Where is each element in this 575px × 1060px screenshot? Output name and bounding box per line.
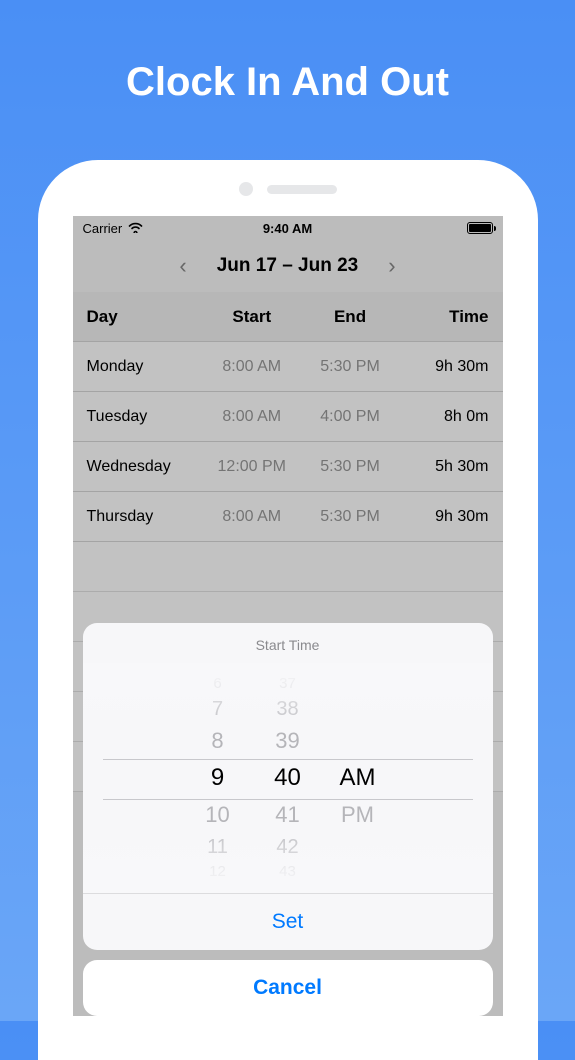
cell-end: 5:30 PM — [301, 358, 399, 376]
battery-icon — [467, 222, 493, 234]
set-button[interactable]: Set — [83, 893, 493, 950]
week-range-label: Jun 17 – Jun 23 — [217, 255, 359, 277]
cell-day: Tuesday — [87, 408, 203, 426]
picker-ampm-wheel[interactable]: AM PM — [323, 663, 393, 893]
cell-start: 8:00 AM — [203, 508, 301, 526]
time-picker[interactable]: 6 7 8 9 10 11 12 37 38 39 40 41 42 — [83, 663, 493, 893]
hero-title: Clock In And Out — [0, 0, 575, 150]
table-row[interactable]: Tuesday 8:00 AM 4:00 PM 8h 0m — [73, 392, 503, 442]
cell-time: 5h 30m — [399, 458, 488, 476]
col-time: Time — [399, 307, 488, 327]
cancel-button[interactable]: Cancel — [83, 960, 493, 1016]
picker-minute-wheel[interactable]: 37 38 39 40 41 42 43 — [253, 663, 323, 893]
time-picker-sheet: Start Time 6 7 8 9 10 11 12 37 — [83, 623, 493, 1016]
cell-end: 4:00 PM — [301, 408, 399, 426]
status-time: 9:40 AM — [263, 221, 312, 236]
cell-start: 8:00 AM — [203, 358, 301, 376]
table-row[interactable]: Thursday 8:00 AM 5:30 PM 9h 30m — [73, 492, 503, 542]
wifi-icon — [128, 220, 143, 236]
cell-start: 8:00 AM — [203, 408, 301, 426]
camera-dot — [239, 182, 253, 196]
status-bar: Carrier 9:40 AM — [73, 216, 503, 240]
phone-notch — [38, 182, 538, 196]
cell-start: 12:00 PM — [203, 458, 301, 476]
cell-time: 9h 30m — [399, 358, 488, 376]
phone-frame: Carrier 9:40 AM ‹ Jun 17 – Jun 23 › Day … — [38, 160, 538, 1060]
cell-time: 9h 30m — [399, 508, 488, 526]
cell-end: 5:30 PM — [301, 458, 399, 476]
cell-day: Thursday — [87, 508, 203, 526]
cell-day: Wednesday — [87, 458, 203, 476]
cell-end: 5:30 PM — [301, 508, 399, 526]
col-start: Start — [203, 307, 301, 327]
picker-ampm-selected: AM — [340, 758, 376, 798]
cell-time: 8h 0m — [399, 408, 488, 426]
carrier-label: Carrier — [83, 221, 123, 236]
next-week-button[interactable]: › — [388, 253, 395, 279]
table-row-empty[interactable] — [73, 542, 503, 592]
picker-hour-wheel[interactable]: 6 7 8 9 10 11 12 — [183, 663, 253, 893]
cell-day: Monday — [87, 358, 203, 376]
phone-screen: Carrier 9:40 AM ‹ Jun 17 – Jun 23 › Day … — [73, 216, 503, 1016]
table-row[interactable]: Wednesday 12:00 PM 5:30 PM 5h 30m — [73, 442, 503, 492]
col-day: Day — [87, 307, 203, 327]
col-end: End — [301, 307, 399, 327]
picker-minute-selected: 40 — [274, 758, 301, 798]
week-navigator: ‹ Jun 17 – Jun 23 › — [73, 240, 503, 292]
table-row[interactable]: Monday 8:00 AM 5:30 PM 9h 30m — [73, 342, 503, 392]
picker-hour-selected: 9 — [211, 758, 224, 798]
speaker-slot — [267, 185, 337, 194]
picker-title: Start Time — [83, 623, 493, 663]
prev-week-button[interactable]: ‹ — [179, 253, 186, 279]
table-header-row: Day Start End Time — [73, 292, 503, 342]
